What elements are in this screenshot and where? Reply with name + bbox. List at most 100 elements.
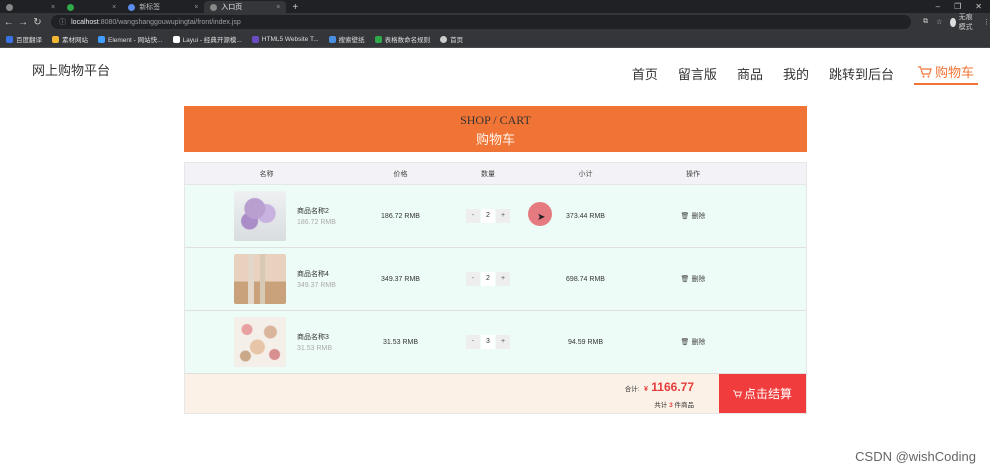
nav-products[interactable]: 商品 <box>737 64 763 83</box>
site-brand[interactable]: 网上购物平台 <box>32 60 110 79</box>
browser-tab[interactable]: 新标签 × <box>122 1 204 13</box>
bookmark[interactable]: Element - 网站快... <box>98 34 163 44</box>
bookmark[interactable]: 首页 <box>440 34 463 44</box>
bookmark[interactable]: 表格数命名规则 <box>374 34 430 44</box>
main-nav: 首页 留言版 商品 我的 跳转到后台 购物车 <box>612 62 978 85</box>
quantity-input[interactable]: 3 <box>481 335 495 349</box>
quantity-stepper: - 2 + <box>466 209 510 223</box>
col-subtotal: 小计 <box>578 170 593 178</box>
close-window-icon[interactable]: ✕ <box>975 2 982 11</box>
quantity-input[interactable]: 2 <box>481 272 495 286</box>
checkout-button[interactable]: 点击结算 <box>719 374 806 413</box>
product-name[interactable]: 商品名称2 <box>297 206 336 216</box>
product-image[interactable] <box>234 317 286 367</box>
nav-admin[interactable]: 跳转到后台 <box>829 64 894 83</box>
item-count: 共计 3 件商品 <box>654 402 694 409</box>
subtotal-cell: 94.59 RMB <box>567 338 604 346</box>
nav-cart-label: 购物车 <box>934 65 974 80</box>
translate-icon[interactable]: ⧉ <box>923 18 928 26</box>
decrease-button[interactable]: - <box>466 272 480 286</box>
price-cell: 186.72 RMB <box>381 212 420 220</box>
browser-tab-active[interactable]: 入口页 × <box>204 1 287 13</box>
product-image[interactable] <box>234 191 286 241</box>
globe-icon <box>210 3 218 11</box>
forward-icon[interactable]: → <box>17 17 28 28</box>
bookmark-icon <box>440 35 448 43</box>
mouse-pointer-icon: ➤ <box>537 212 546 223</box>
bookmarks-bar: 百度翻译 素材网站 Element - 网站快... Layui - 经典开源模… <box>0 31 990 48</box>
reload-icon[interactable]: ↻ <box>32 17 43 28</box>
product-name[interactable]: 商品名称3 <box>297 332 332 342</box>
close-icon[interactable]: × <box>194 4 198 11</box>
trash-icon: 🗑 <box>680 339 690 346</box>
qty-cell: - 2 + <box>453 272 523 286</box>
minimize-icon[interactable]: – <box>936 2 940 11</box>
bookmark[interactable]: HTML5 Website T... <box>251 35 319 43</box>
restore-icon[interactable]: ❐ <box>954 2 961 11</box>
delete-button[interactable]: 🗑 删除 <box>681 337 706 347</box>
back-icon[interactable]: ← <box>3 17 14 28</box>
subtotal-cell: 698.74 RMB <box>566 275 605 283</box>
incognito-indicator[interactable]: 无痕模式 <box>950 12 975 32</box>
decrease-button[interactable]: - <box>466 209 480 223</box>
watermark: CSDN @wishCoding <box>855 449 976 464</box>
browser-tab[interactable]: × <box>0 1 61 13</box>
increase-button[interactable]: + <box>496 209 510 223</box>
quantity-input[interactable]: 2 <box>481 209 495 223</box>
browser-tab-bar: × × 新标签 × 入口页 × + – ❐ ✕ <box>0 0 990 13</box>
product-name[interactable]: 商品名称4 <box>297 269 336 279</box>
banner-title-en: SHOP / CART <box>460 113 531 127</box>
bookmark-icon <box>98 35 105 43</box>
qty-cell: - 2 + <box>453 209 523 223</box>
increase-button[interactable]: + <box>496 335 510 349</box>
menu-icon[interactable]: ⋮ <box>983 18 990 26</box>
delete-button[interactable]: 🗑 删除 <box>681 274 706 284</box>
bookmark[interactable]: Layui - 经典开源模... <box>172 34 242 44</box>
col-op: 操作 <box>686 170 700 178</box>
table-row: 商品名称4 349.37 RMB 349.37 RMB - 2 + 698.74… <box>185 248 806 311</box>
page-banner: SHOP / CART 购物车 <box>184 106 807 152</box>
total-label: 合计: <box>624 386 640 393</box>
price-cell: 31.53 RMB <box>382 338 419 346</box>
bookmark-icon <box>172 35 180 43</box>
price-cell: 349.37 RMB <box>381 275 420 283</box>
product-image[interactable] <box>234 254 286 304</box>
cart-table: 名称 价格 数量 小计 操作 商品名称2 186.72 RMB 186.72 R… <box>184 162 807 414</box>
banner-title-cn: 购物车 <box>475 132 515 147</box>
col-price: 价格 <box>393 170 408 178</box>
qty-cell: - 3 + <box>453 335 523 349</box>
star-icon[interactable]: ☆ <box>936 18 942 26</box>
close-icon[interactable]: × <box>112 4 116 11</box>
op-cell: 🗑 删除 <box>648 211 738 221</box>
increase-button[interactable]: + <box>496 272 510 286</box>
col-qty: 数量 <box>481 170 495 178</box>
col-name: 名称 <box>259 170 274 178</box>
new-tab-button[interactable]: + <box>286 1 304 13</box>
delete-button[interactable]: 🗑 删除 <box>681 211 706 221</box>
info-icon: ⓘ <box>59 19 67 26</box>
nav-mine[interactable]: 我的 <box>783 64 809 83</box>
bookmark[interactable]: 素材网站 <box>52 34 88 44</box>
cart-icon <box>732 389 742 398</box>
product-cell: 商品名称3 31.53 RMB <box>185 317 348 367</box>
nav-messages[interactable]: 留言版 <box>678 64 717 83</box>
bookmark[interactable]: 百度翻译 <box>6 34 42 44</box>
decrease-button[interactable]: - <box>466 335 480 349</box>
nav-home[interactable]: 首页 <box>632 64 658 83</box>
bookmark[interactable]: 搜索壁纸 <box>328 34 365 44</box>
product-cell: 商品名称4 349.37 RMB <box>185 254 348 304</box>
table-row: 商品名称2 186.72 RMB 186.72 RMB - 2 + 373.44… <box>185 185 806 248</box>
quantity-stepper: - 2 + <box>466 272 510 286</box>
op-cell: 🗑 删除 <box>648 274 738 284</box>
op-cell: 🗑 删除 <box>648 337 738 347</box>
address-bar: ← → ↻ ⓘ localhost:8080/wangshanggouwupin… <box>0 13 990 31</box>
cart-total: 合计: ¥ 1166.77 共计 3 件商品 <box>625 378 694 409</box>
browser-tab[interactable]: × <box>61 1 122 13</box>
bookmark-icon <box>328 35 336 43</box>
nav-cart[interactable]: 购物车 <box>913 62 978 85</box>
close-icon[interactable]: × <box>51 4 55 11</box>
url-field[interactable]: ⓘ localhost:8080/wangshanggouwupingtai/f… <box>51 15 912 29</box>
table-header: 名称 价格 数量 小计 操作 <box>185 163 806 185</box>
close-icon[interactable]: × <box>276 4 280 11</box>
quantity-stepper: - 3 + <box>466 335 510 349</box>
